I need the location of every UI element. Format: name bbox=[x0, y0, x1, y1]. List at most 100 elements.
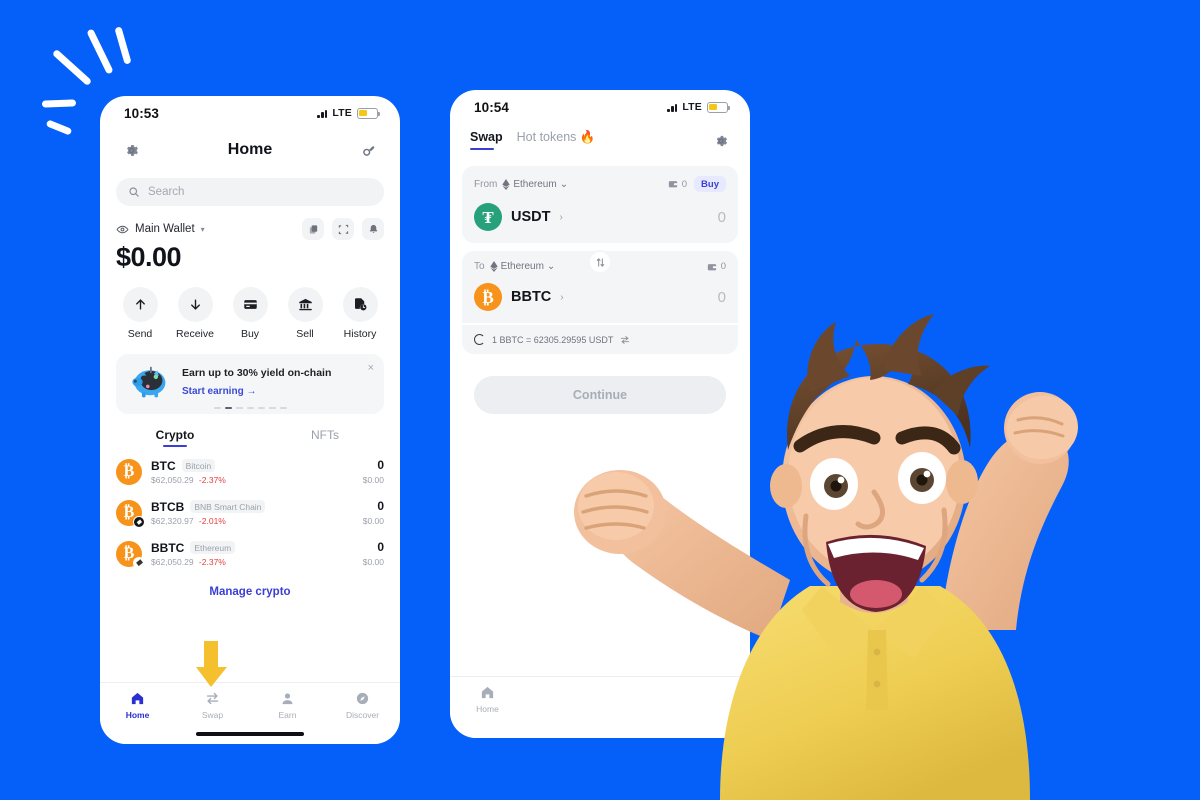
token-symbol: BTC bbox=[151, 458, 176, 473]
swap-from-header: From Ethereum ⌄ 0 Buy bbox=[474, 176, 726, 192]
continue-button[interactable]: Continue bbox=[474, 376, 726, 414]
home-icon bbox=[131, 692, 144, 705]
exchange-rate-row[interactable]: 1 BBTC = 62305.29595 USDT bbox=[462, 325, 738, 354]
token-amount: 0 bbox=[377, 499, 384, 513]
carousel-dot[interactable] bbox=[268, 407, 276, 409]
promo-banner[interactable]: Earn up to 30% yield on-chain Start earn… bbox=[116, 354, 384, 414]
quick-action-send[interactable]: Send bbox=[114, 287, 166, 340]
search-icon bbox=[129, 187, 139, 197]
battery-icon bbox=[357, 107, 381, 119]
chevron-right-icon: › bbox=[560, 291, 564, 303]
to-token-selector[interactable]: ₿ BBTC › bbox=[474, 283, 564, 311]
copy-icon[interactable] bbox=[302, 218, 324, 240]
scan-qr-icon[interactable] bbox=[332, 218, 354, 240]
wallet-selector-row: Main Wallet ▾ bbox=[116, 218, 384, 240]
quick-action-sell[interactable]: Sell bbox=[279, 287, 331, 340]
search-input[interactable]: Search bbox=[116, 178, 384, 206]
close-icon[interactable]: × bbox=[368, 362, 374, 374]
chain-name: Ethereum bbox=[513, 178, 557, 190]
quick-actions: Send Receive Buy Sell History bbox=[114, 287, 386, 340]
nav-label: Home bbox=[476, 704, 499, 714]
wallet-balance-value: 0 bbox=[681, 178, 688, 190]
quick-action-receive[interactable]: Receive bbox=[169, 287, 221, 340]
token-price-row: $62,050.29 -2.37% bbox=[151, 475, 354, 485]
poster-canvas: 10:53 LTE Home Search Main Wallet ▾ $0.0… bbox=[0, 0, 1200, 800]
wallet-balance: 0 bbox=[707, 261, 726, 272]
token-network-badge: BNB Smart Chain bbox=[190, 500, 266, 513]
quick-action-history[interactable]: History bbox=[334, 287, 386, 340]
swap-direction-icon bbox=[621, 335, 630, 344]
signal-icon bbox=[667, 102, 678, 112]
bottom-navigation: Home bbox=[450, 676, 750, 738]
swap-form: From Ethereum ⌄ 0 Buy ₮ USDT › 0 To Ethe… bbox=[450, 152, 750, 414]
quick-action-label: Send bbox=[127, 328, 153, 340]
phone-swap-screen: 10:54 LTE Swap Hot tokens 🔥 From Ethereu… bbox=[450, 90, 750, 738]
home-indicator bbox=[196, 732, 304, 736]
from-amount-input[interactable]: 0 bbox=[718, 209, 726, 226]
status-bar: 10:54 LTE bbox=[450, 90, 750, 124]
wallet-selector[interactable]: Main Wallet ▾ bbox=[116, 223, 205, 236]
earn-icon bbox=[282, 693, 293, 705]
carousel-dot[interactable] bbox=[213, 407, 221, 409]
token-change: -2.01% bbox=[198, 515, 226, 526]
tab-hot-tokens[interactable]: Hot tokens 🔥 bbox=[517, 130, 596, 151]
pointer-arrow-icon bbox=[192, 641, 230, 691]
table-row[interactable]: ₿ ◆ BTCB BNB Smart Chain $62,320.97 -2.0… bbox=[100, 492, 400, 533]
tab-swap[interactable]: Swap bbox=[470, 130, 503, 150]
carousel-dot[interactable] bbox=[257, 407, 265, 409]
to-amount-input[interactable]: 0 bbox=[718, 289, 726, 306]
piggy-bank-icon bbox=[128, 364, 172, 400]
swap-vertical-icon[interactable] bbox=[588, 250, 612, 274]
swap-from-body: ₮ USDT › 0 bbox=[474, 203, 726, 231]
loading-spinner-icon bbox=[474, 334, 485, 345]
nav-item-discover[interactable]: Discover bbox=[325, 691, 400, 720]
tab-crypto[interactable]: Crypto bbox=[100, 428, 250, 447]
to-label-group: To Ethereum ⌄ bbox=[474, 261, 555, 272]
chevron-right-icon: › bbox=[559, 211, 563, 223]
scan-icon[interactable] bbox=[358, 139, 380, 161]
row-values: 0 $0.00 bbox=[363, 458, 384, 485]
status-bar: 10:53 LTE bbox=[100, 96, 400, 130]
gear-icon[interactable] bbox=[710, 130, 732, 152]
tab-nfts[interactable]: NFTs bbox=[250, 428, 400, 447]
tether-icon: ₮ bbox=[474, 203, 502, 231]
carousel-dot[interactable] bbox=[235, 407, 243, 409]
table-row[interactable]: ₿ ◆ BBTC Ethereum $62,050.29 -2.37% 0 $0… bbox=[100, 533, 400, 574]
nav-item-home[interactable]: Home bbox=[450, 685, 525, 714]
token-change: -2.37% bbox=[198, 474, 226, 485]
ethereum-badge-icon: ◆ bbox=[133, 556, 145, 569]
network-type-label: LTE bbox=[332, 107, 352, 119]
home-header: Home bbox=[100, 130, 400, 170]
nav-item-swap[interactable]: Swap bbox=[175, 691, 250, 720]
quick-action-buy[interactable]: Buy bbox=[224, 287, 276, 340]
row-info: BTCB BNB Smart Chain $62,320.97 -2.01% bbox=[151, 500, 354, 526]
chain-selector[interactable]: Ethereum ⌄ bbox=[489, 261, 556, 272]
network-type-label: LTE bbox=[682, 101, 702, 113]
bell-icon[interactable] bbox=[362, 218, 384, 240]
ethereum-icon bbox=[502, 178, 511, 190]
chain-name: Ethereum bbox=[500, 261, 544, 272]
chevron-down-icon: ⌄ bbox=[546, 261, 556, 272]
nav-label: Swap bbox=[201, 710, 224, 720]
manage-crypto-link[interactable]: Manage crypto bbox=[100, 586, 400, 598]
bank-icon bbox=[287, 287, 323, 322]
nav-item-earn[interactable]: Earn bbox=[250, 691, 325, 720]
carousel-dot[interactable] bbox=[246, 407, 254, 409]
token-usd-value: $0.00 bbox=[362, 557, 384, 567]
chain-selector[interactable]: Ethereum ⌄ bbox=[502, 178, 568, 190]
row-values: 0 $0.00 bbox=[363, 499, 384, 526]
bitcoin-icon: ₿ ◆ bbox=[116, 499, 145, 528]
gear-icon[interactable] bbox=[120, 139, 142, 161]
status-time: 10:54 bbox=[474, 99, 510, 115]
promo-cta-link[interactable]: Start earning → bbox=[182, 386, 372, 397]
nav-item-home[interactable]: Home bbox=[100, 691, 175, 720]
to-balance-group: 0 bbox=[707, 261, 726, 272]
wallet-icon bbox=[668, 181, 678, 188]
carousel-dot[interactable] bbox=[279, 407, 287, 409]
buy-button[interactable]: Buy bbox=[694, 176, 726, 192]
carousel-dot[interactable] bbox=[224, 407, 232, 409]
arrow-up-icon bbox=[122, 287, 158, 322]
from-token-selector[interactable]: ₮ USDT › bbox=[474, 203, 563, 231]
table-row[interactable]: ₿ BTC Bitcoin $62,050.29 -2.37% 0 $0.00 bbox=[100, 451, 400, 492]
arrow-down-icon bbox=[177, 287, 213, 322]
